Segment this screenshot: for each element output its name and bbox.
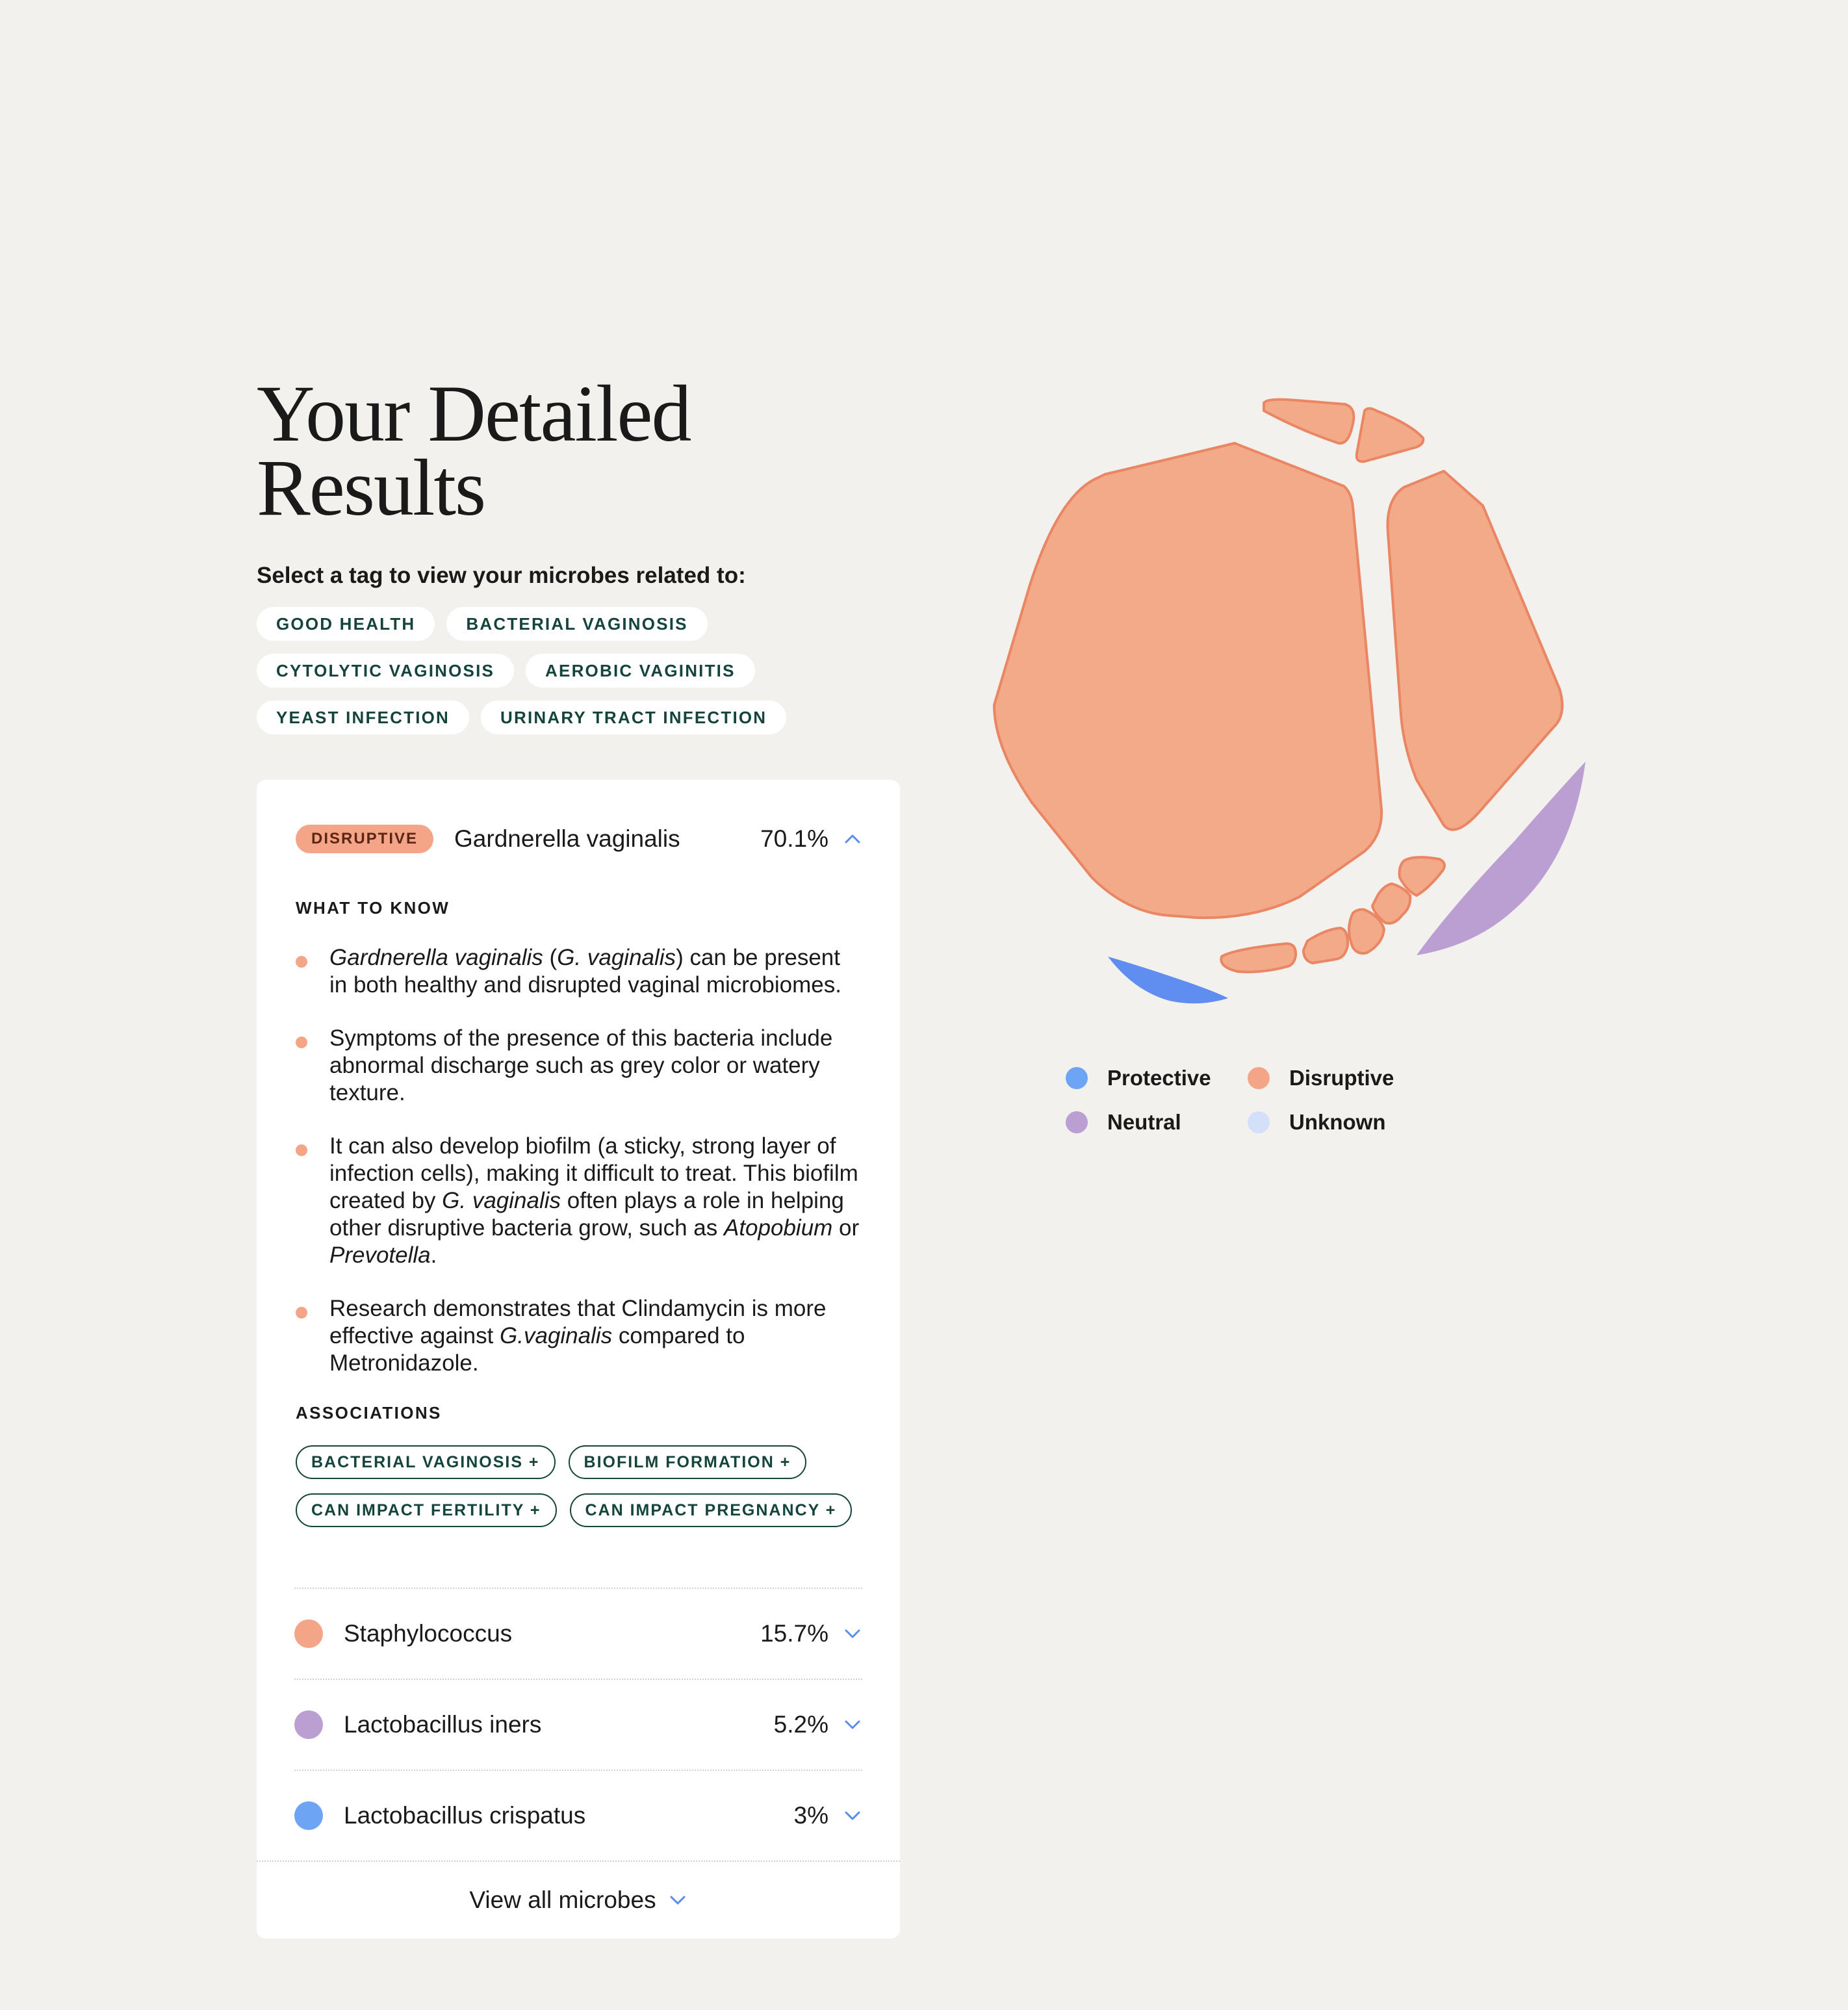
microbe-row-expanded[interactable]: DISRUPTIVE Gardnerella vaginalis 70.1% xyxy=(296,780,862,898)
legend-label: Disruptive xyxy=(1289,1066,1394,1090)
chevron-down-icon xyxy=(668,1890,687,1910)
neutral-dot-icon xyxy=(1066,1111,1088,1133)
chevron-down-icon[interactable] xyxy=(843,1806,862,1825)
microbe-name: Staphylococcus xyxy=(344,1620,513,1647)
legend: Protective Disruptive Neutral Unknown xyxy=(1066,1066,1456,1135)
microbe-list: Staphylococcus 15.7% Lactobacillus iners… xyxy=(294,1588,862,1861)
legend-item-disruptive: Disruptive xyxy=(1248,1066,1430,1090)
microbe-row-lactobacillus-crispatus[interactable]: Lactobacillus crispatus 3% xyxy=(294,1770,862,1861)
tag-prompt: Select a tag to view your microbes relat… xyxy=(257,563,746,588)
tag-yeast-infection[interactable]: YEAST INFECTION xyxy=(257,701,470,734)
microbe-percent: 15.7% xyxy=(760,1620,828,1647)
microbiome-visualization xyxy=(993,398,1585,1004)
disruptive-badge: DISRUPTIVE xyxy=(296,825,434,853)
what-to-know-list: Gardnerella vaginalis (G. vaginalis) can… xyxy=(296,944,862,1377)
list-item: Symptoms of the presence of this bacteri… xyxy=(296,1025,862,1107)
bullet-dot-icon xyxy=(296,1307,307,1319)
bullet-dot-icon xyxy=(296,1144,307,1156)
protective-dot-icon xyxy=(1066,1067,1088,1089)
tag-good-health[interactable]: GOOD HEALTH xyxy=(257,607,435,641)
microbe-cell-small[interactable] xyxy=(1302,927,1350,964)
chevron-up-icon[interactable] xyxy=(843,829,862,849)
microbe-cell-small[interactable] xyxy=(1220,942,1298,973)
microbe-cell-small[interactable] xyxy=(1263,398,1355,445)
microbe-card: DISRUPTIVE Gardnerella vaginalis 70.1% W… xyxy=(257,780,900,1939)
assoc-can-impact-fertility[interactable]: CAN IMPACT FERTILITY + xyxy=(296,1493,557,1527)
tag-cytolytic-vaginosis[interactable]: CYTOLYTIC VAGINOSIS xyxy=(257,654,515,688)
associations-label: ASSOCIATIONS xyxy=(296,1403,442,1423)
view-all-microbes-button[interactable]: View all microbes xyxy=(257,1861,900,1939)
what-to-know-label: WHAT TO KNOW xyxy=(296,898,450,918)
microbe-cell-gardnerella[interactable] xyxy=(993,442,1383,920)
tag-aerobic-vaginitis[interactable]: AEROBIC VAGINITIS xyxy=(526,654,755,688)
legend-item-protective: Protective xyxy=(1066,1066,1248,1090)
neutral-dot-icon xyxy=(294,1710,323,1739)
microbe-row-lactobacillus-iners[interactable]: Lactobacillus iners 5.2% xyxy=(294,1679,862,1770)
page-title-line-2: Results xyxy=(257,443,486,532)
microbe-cell-small[interactable] xyxy=(1371,883,1412,925)
microbe-name: Lactobacillus crispatus xyxy=(344,1802,586,1829)
microbe-name: Gardnerella vaginalis xyxy=(454,825,680,852)
microbe-cell-small[interactable] xyxy=(1355,407,1425,463)
legend-label: Protective xyxy=(1107,1066,1211,1090)
assoc-biofilm-formation[interactable]: BIOFILM FORMATION + xyxy=(568,1445,807,1479)
legend-label: Unknown xyxy=(1289,1110,1386,1134)
chevron-down-icon[interactable] xyxy=(843,1715,862,1734)
legend-item-unknown: Unknown xyxy=(1248,1110,1430,1135)
tag-urinary-tract-infection[interactable]: URINARY TRACT INFECTION xyxy=(481,701,787,734)
microbe-percent: 70.1% xyxy=(760,825,828,852)
chevron-down-icon[interactable] xyxy=(843,1624,862,1643)
microbe-name: Lactobacillus iners xyxy=(344,1711,542,1738)
bullet-dot-icon xyxy=(296,1037,307,1048)
page-title-line-1: Your Detailed xyxy=(257,369,691,458)
assoc-bacterial-vaginosis[interactable]: BACTERIAL VAGINOSIS + xyxy=(296,1445,556,1479)
microbe-cell-staphylococcus[interactable] xyxy=(1386,470,1564,831)
microbe-percent: 3% xyxy=(793,1802,828,1829)
microbe-percent: 5.2% xyxy=(773,1711,828,1738)
assoc-can-impact-pregnancy[interactable]: CAN IMPACT PREGNANCY + xyxy=(569,1493,853,1527)
protective-dot-icon xyxy=(294,1801,323,1830)
list-item: Research demonstrates that Clindamycin i… xyxy=(296,1295,862,1377)
legend-item-neutral: Neutral xyxy=(1066,1110,1248,1135)
microbe-row-staphylococcus[interactable]: Staphylococcus 15.7% xyxy=(294,1588,862,1679)
microbe-cell-lactobacillus-crispatus[interactable] xyxy=(1108,957,1228,1004)
associations-list: BACTERIAL VAGINOSIS + BIOFILM FORMATION … xyxy=(296,1445,867,1527)
results-header: Your Detailed Results Select a tag to vi… xyxy=(257,369,906,734)
tag-filter-list: GOOD HEALTH BACTERIAL VAGINOSIS CYTOLYTI… xyxy=(257,607,828,734)
legend-label: Neutral xyxy=(1107,1110,1181,1134)
disruptive-dot-icon xyxy=(294,1619,323,1648)
list-item: Gardnerella vaginalis (G. vaginalis) can… xyxy=(296,944,862,999)
bullet-dot-icon xyxy=(296,956,307,968)
tag-bacterial-vaginosis[interactable]: BACTERIAL VAGINOSIS xyxy=(446,607,708,641)
list-item: It can also develop biofilm (a sticky, s… xyxy=(296,1133,862,1269)
view-all-label: View all microbes xyxy=(469,1887,656,1913)
disruptive-dot-icon xyxy=(1248,1067,1270,1089)
page-title: Your Detailed Results xyxy=(257,369,906,532)
unknown-dot-icon xyxy=(1248,1111,1270,1133)
